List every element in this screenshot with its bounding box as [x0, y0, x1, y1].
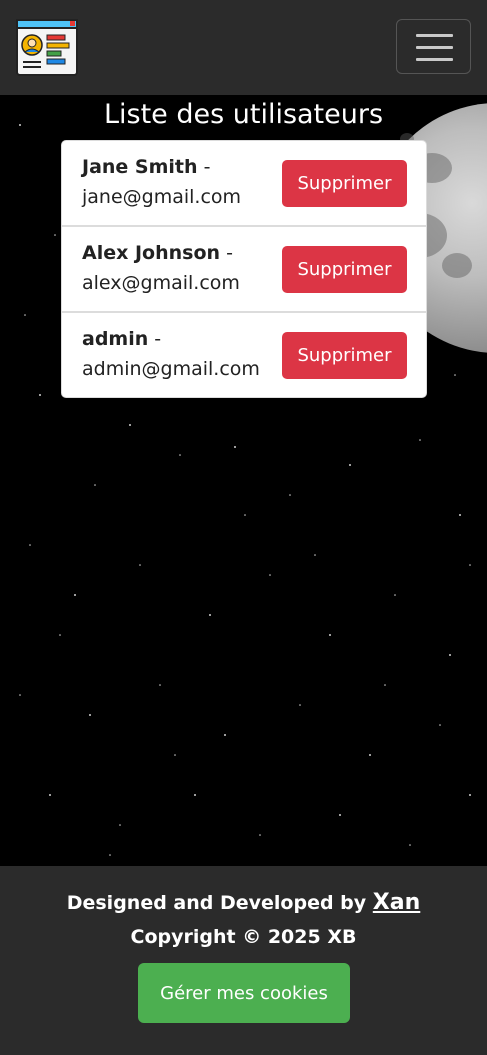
user-list-item: Jane Smith - jane@gmail.com Supprimer	[61, 140, 427, 226]
author-link[interactable]: Xan	[373, 890, 420, 915]
user-list: Jane Smith - jane@gmail.com Supprimer Al…	[61, 140, 427, 398]
user-email: alex@gmail.com	[82, 272, 240, 294]
main-content: Liste des utilisateurs Jane Smith - jane…	[0, 95, 487, 866]
designed-by-text: Designed and Developed by	[66, 892, 373, 914]
user-profile-app-icon	[16, 19, 78, 76]
user-separator: -	[220, 242, 233, 264]
app-logo[interactable]	[16, 19, 78, 76]
user-name: Jane Smith	[82, 156, 198, 178]
footer-credits: Designed and Developed by Xan	[0, 888, 487, 918]
user-email: jane@gmail.com	[82, 186, 242, 208]
user-name: admin	[82, 328, 149, 350]
page-title: Liste des utilisateurs	[103, 99, 384, 130]
user-info: Jane Smith - jane@gmail.com	[82, 152, 272, 212]
user-info: Alex Johnson - alex@gmail.com	[82, 238, 272, 298]
user-info: admin - admin@gmail.com	[82, 324, 272, 384]
navbar	[0, 0, 487, 95]
user-name: Alex Johnson	[82, 242, 221, 264]
user-separator: -	[197, 156, 211, 178]
delete-user-button[interactable]: Supprimer	[282, 246, 407, 293]
navbar-toggler-button[interactable]	[396, 19, 471, 74]
user-list-item: Alex Johnson - alex@gmail.com Supprimer	[61, 226, 427, 312]
user-list-item: admin - admin@gmail.com Supprimer	[61, 312, 427, 398]
user-email: admin@gmail.com	[82, 358, 260, 380]
delete-user-button[interactable]: Supprimer	[282, 160, 407, 207]
copyright-text: Copyright © 2025 XB	[130, 926, 357, 948]
manage-cookies-button[interactable]: Gérer mes cookies	[138, 963, 350, 1023]
footer: Designed and Developed by Xan Copyright …	[0, 866, 487, 1055]
delete-user-button[interactable]: Supprimer	[282, 332, 407, 379]
user-separator: -	[148, 328, 162, 350]
